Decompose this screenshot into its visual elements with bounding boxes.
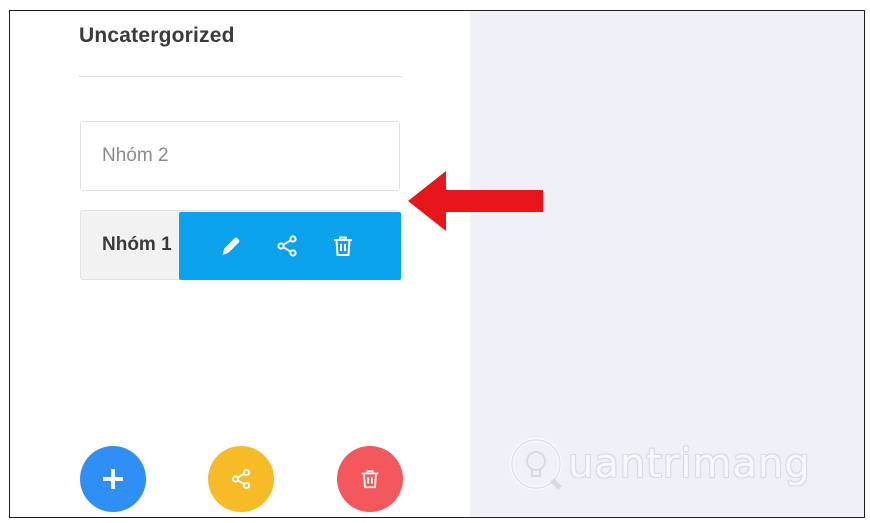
annotation-arrow [408,171,543,231]
group-item-label: Nhóm 2 [102,145,169,166]
trash-icon [361,470,379,489]
share-button[interactable] [208,446,274,512]
delete-button[interactable] [337,446,403,512]
trash-icon[interactable] [329,232,357,260]
group-item-nhom-2[interactable]: Nhóm 2 [80,121,400,191]
item-action-bar [179,212,401,280]
pencil-icon[interactable] [217,232,245,260]
plus-icon [103,469,123,489]
heading-divider [79,76,402,77]
watermark-text: uantrimang [568,441,811,487]
group-heading: Uncatergorized [79,24,235,47]
app-window: Uncatergorized Nhóm 2 Nhóm 1 uantrimang [9,10,865,518]
add-button[interactable] [80,446,146,512]
group-item-label: Nhóm 1 [102,234,172,255]
share-icon [231,468,251,490]
group-list-panel: Uncatergorized Nhóm 2 Nhóm 1 [10,11,470,517]
share-icon[interactable] [273,232,301,260]
watermark: uantrimang [508,429,811,499]
bulb-logo-icon [509,437,563,491]
